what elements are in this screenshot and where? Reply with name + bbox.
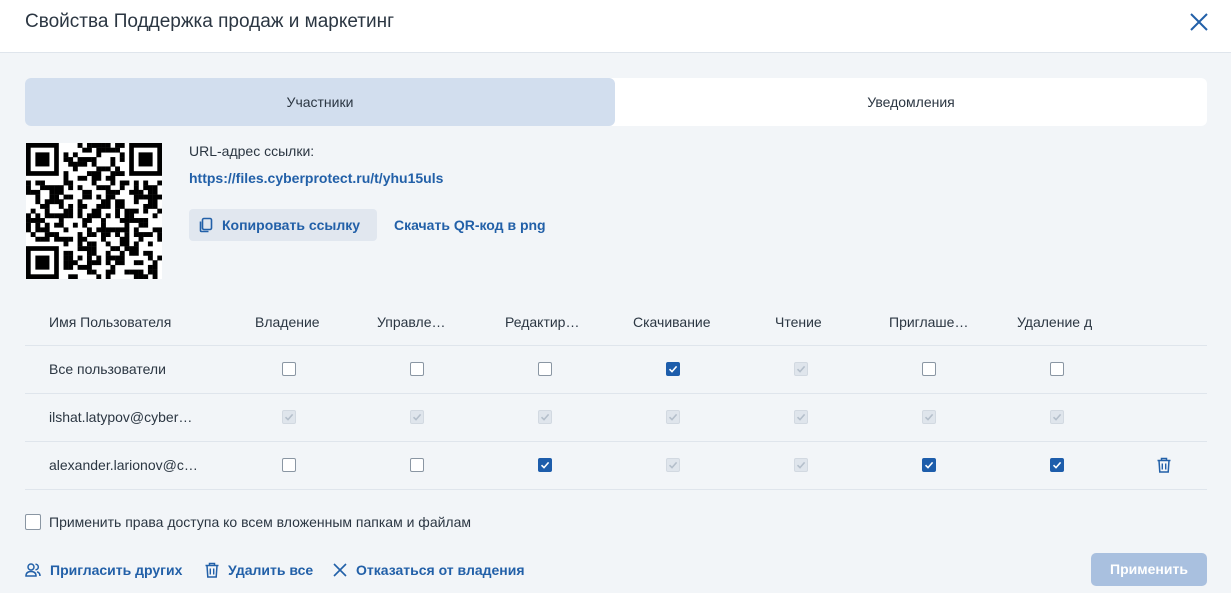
check-icon [924, 461, 934, 469]
check-icon [1052, 413, 1062, 421]
checkbox-download[interactable] [666, 362, 680, 376]
checkbox-ownership[interactable] [282, 458, 296, 472]
checkbox-read [794, 410, 808, 424]
check-icon [668, 365, 678, 373]
checkbox-read [794, 362, 808, 376]
renounce-ownership-label: Отказаться от владения [356, 562, 525, 578]
column-header-invite: Приглашение [889, 314, 969, 330]
checkbox-invite [922, 410, 936, 424]
tab-bar: Участники Уведомления [25, 78, 1207, 126]
download-qr-link[interactable]: Скачать QR-код в png [394, 217, 546, 233]
checkbox-delete[interactable] [1050, 458, 1064, 472]
checkbox-delete [1050, 410, 1064, 424]
checkbox-manage[interactable] [410, 458, 424, 472]
check-icon [668, 461, 678, 469]
user-name-cell: alexander.larionov@c… [49, 457, 198, 473]
copy-icon [199, 217, 213, 233]
copy-link-button[interactable]: Копировать ссылку [189, 209, 377, 241]
column-header-manage: Управле… [377, 314, 446, 330]
column-header-read: Чтение [775, 314, 822, 330]
check-icon [796, 413, 806, 421]
user-name-cell: ilshat.latypov@cyber… [49, 409, 193, 425]
check-icon [540, 461, 550, 469]
permissions-table-header: Имя Пользователя Владение Управле… Редак… [25, 297, 1207, 346]
dialog-title: Свойства Поддержка продаж и маркетинг [25, 11, 395, 32]
share-url-link[interactable]: https://files.cyberprotect.ru/t/yhu15uls [189, 170, 443, 186]
dialog-content: Участники Уведомления URL-адрес ссылки: … [0, 53, 1231, 593]
check-icon [796, 365, 806, 373]
qr-code-image [26, 143, 162, 279]
checkbox-edit[interactable] [538, 362, 552, 376]
check-icon [668, 413, 678, 421]
invite-others-label: Пригласить других [50, 562, 183, 578]
check-icon [1052, 461, 1062, 469]
column-header-ownership: Владение [255, 314, 320, 330]
url-label: URL-адрес ссылки: [189, 143, 315, 159]
tab-participants[interactable]: Участники [25, 78, 615, 126]
user-name-cell: Все пользователи [49, 361, 166, 377]
checkbox-edit[interactable] [538, 458, 552, 472]
column-header-edit: Редактир… [505, 314, 580, 330]
checkbox-manage [410, 410, 424, 424]
dialog-header: Свойства Поддержка продаж и маркетинг [0, 0, 1231, 53]
column-header-download: Скачивание [633, 314, 711, 330]
apply-recursive-box[interactable] [25, 514, 41, 530]
table-row: ilshat.latypov@cyber… [25, 393, 1207, 442]
check-icon [412, 413, 422, 421]
table-row: alexander.larionov@c… [25, 441, 1207, 490]
check-icon [924, 413, 934, 421]
apply-recursive-label: Применить права доступа ко всем вложенны… [49, 514, 472, 530]
check-icon [796, 461, 806, 469]
tab-notifications[interactable]: Уведомления [615, 78, 1207, 126]
apply-button[interactable]: Применить [1091, 553, 1207, 586]
close-icon[interactable] [1186, 9, 1212, 35]
trash-icon [205, 562, 219, 578]
check-icon [284, 413, 294, 421]
check-icon [540, 413, 550, 421]
checkbox-read [794, 458, 808, 472]
checkbox-edit [538, 410, 552, 424]
delete-all-label: Удалить все [228, 562, 314, 578]
table-row: Все пользователи [25, 345, 1207, 394]
column-header-delete: Удаление д [1017, 314, 1093, 330]
checkbox-invite[interactable] [922, 362, 936, 376]
checkbox-invite[interactable] [922, 458, 936, 472]
checkbox-ownership [282, 410, 296, 424]
checkbox-manage[interactable] [410, 362, 424, 376]
checkbox-ownership[interactable] [282, 362, 296, 376]
close-icon [333, 563, 347, 577]
checkbox-delete[interactable] [1050, 362, 1064, 376]
copy-link-label: Копировать ссылку [222, 217, 361, 233]
trash-icon[interactable] [1156, 457, 1172, 473]
checkbox-download [666, 410, 680, 424]
checkbox-download [666, 458, 680, 472]
users-icon [25, 563, 41, 577]
column-header-user: Имя Пользователя [49, 314, 172, 330]
